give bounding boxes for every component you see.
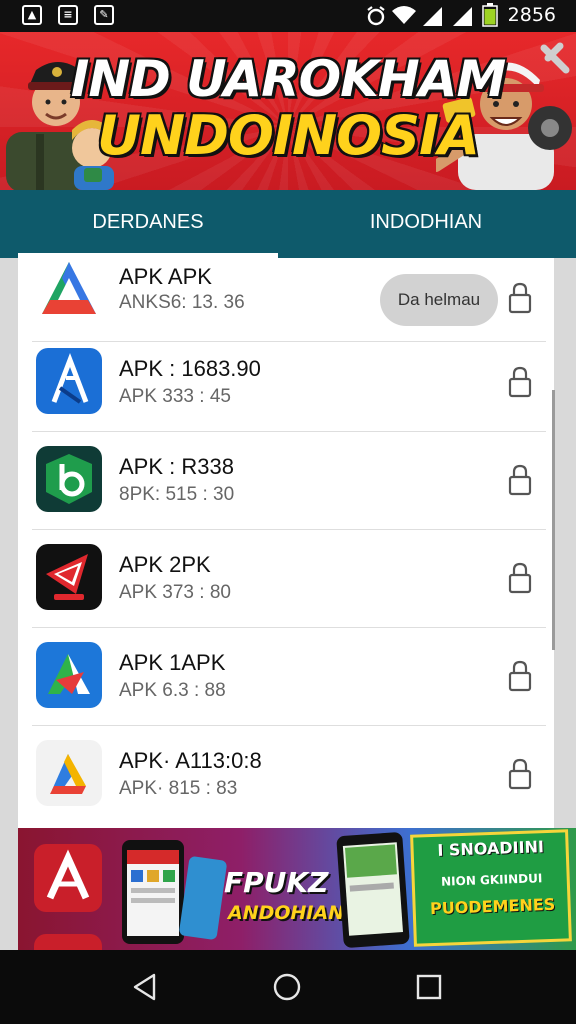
colorful-a-logo-icon [36,642,102,708]
app-notification-icon: ≡ [58,5,78,25]
status-bar: ▲ ≡ ✎ 2856 [0,0,576,32]
ad-tag-line3: PUODEMENES [429,894,556,919]
app-subtitle: APK 373 : 80 [119,582,231,603]
recents-icon[interactable] [414,972,444,1002]
ad-subheadline: ANDOHIAN [228,902,345,924]
phone-mockup-illustration [122,840,227,944]
lock-icon[interactable] [508,282,532,314]
ad-tag-line1: I SNOADIINI [437,837,545,860]
drive-triangle-icon [36,258,102,324]
scrollbar[interactable] [552,390,555,650]
image-notification-icon: ▲ [22,5,42,25]
edit-notification-icon: ✎ [94,5,114,25]
header-banner[interactable]: IND UAROKHAM UNDOINOSIA [0,32,576,190]
drive-triangle-light-icon [36,740,102,806]
battery-icon [482,3,498,27]
list-item[interactable]: APK : 1683.90 APK 333 : 45 [18,334,554,432]
blue-a-logo-icon [36,348,102,414]
navigation-bar [0,950,576,1024]
ad-app-logo-icon-2 [34,934,102,950]
wifi-icon [392,6,416,24]
download-button[interactable]: Da helmau [380,274,498,326]
banner-title-line2: UNDOINOSIA [97,104,480,167]
ad-app-logo-icon [34,844,102,912]
green-b-logo-icon [36,446,102,512]
app-subtitle: ANKS6: 13. 36 [119,292,245,313]
app-list[interactable]: APK APK ANKS6: 13. 36 Da helmau APK : 16… [18,258,554,828]
lock-icon[interactable] [508,758,532,790]
app-title: APK 2PK [119,552,211,577]
ad-banner[interactable]: FPUKZ ANDOHIAN I SNOADIINI NION GKIINDUI… [18,828,576,950]
app-title: APK : R338 [119,454,234,479]
clock: 2856 [507,4,556,26]
home-icon[interactable] [272,972,302,1002]
tab-indodhian[interactable]: INDODHIAN [296,190,556,258]
app-subtitle: APK 6.3 : 88 [119,680,226,701]
ad-promo-panel: I SNOADIINI NION GKIINDUI PUODEMENES [410,829,572,947]
signal-icon-1 [423,7,442,26]
ad-headline: FPUKZ [224,866,329,899]
app-title: APK : 1683.90 [119,356,261,381]
app-title: APK· A113:0:8 [119,748,262,773]
tab-derdanes[interactable]: DERDANES [18,190,278,258]
app-subtitle: APK· 815 : 83 [119,778,238,799]
banner-title-line1: IND UAROKHAM [70,50,506,108]
list-item[interactable]: APK· A113:0:8 APK· 815 : 83 [18,726,554,824]
alarm-icon [367,6,385,26]
app-title: APK APK [119,264,212,289]
lock-icon[interactable] [508,366,532,398]
list-item[interactable]: APK 2PK APK 373 : 80 [18,530,554,628]
lock-icon[interactable] [508,660,532,692]
ad-tag-line2: NION GKIINDUI [440,871,543,889]
list-item[interactable]: APK APK ANKS6: 13. 36 Da helmau [18,258,554,342]
lock-icon[interactable] [508,562,532,594]
signal-icon-2 [453,7,472,26]
app-title: APK 1APK [119,650,226,675]
lock-icon[interactable] [508,464,532,496]
tablet-mockup-illustration [336,832,410,948]
list-item[interactable]: APK : R338 8PK: 515 : 30 [18,432,554,530]
app-subtitle: APK 333 : 45 [119,386,231,407]
app-subtitle: 8PK: 515 : 30 [119,484,235,505]
red-card-logo-icon [36,544,102,610]
tab-bar: DERDANES INDODHIAN [0,190,576,258]
list-item[interactable]: APK 1APK APK 6.3 : 88 [18,628,554,726]
back-icon[interactable] [130,972,160,1002]
